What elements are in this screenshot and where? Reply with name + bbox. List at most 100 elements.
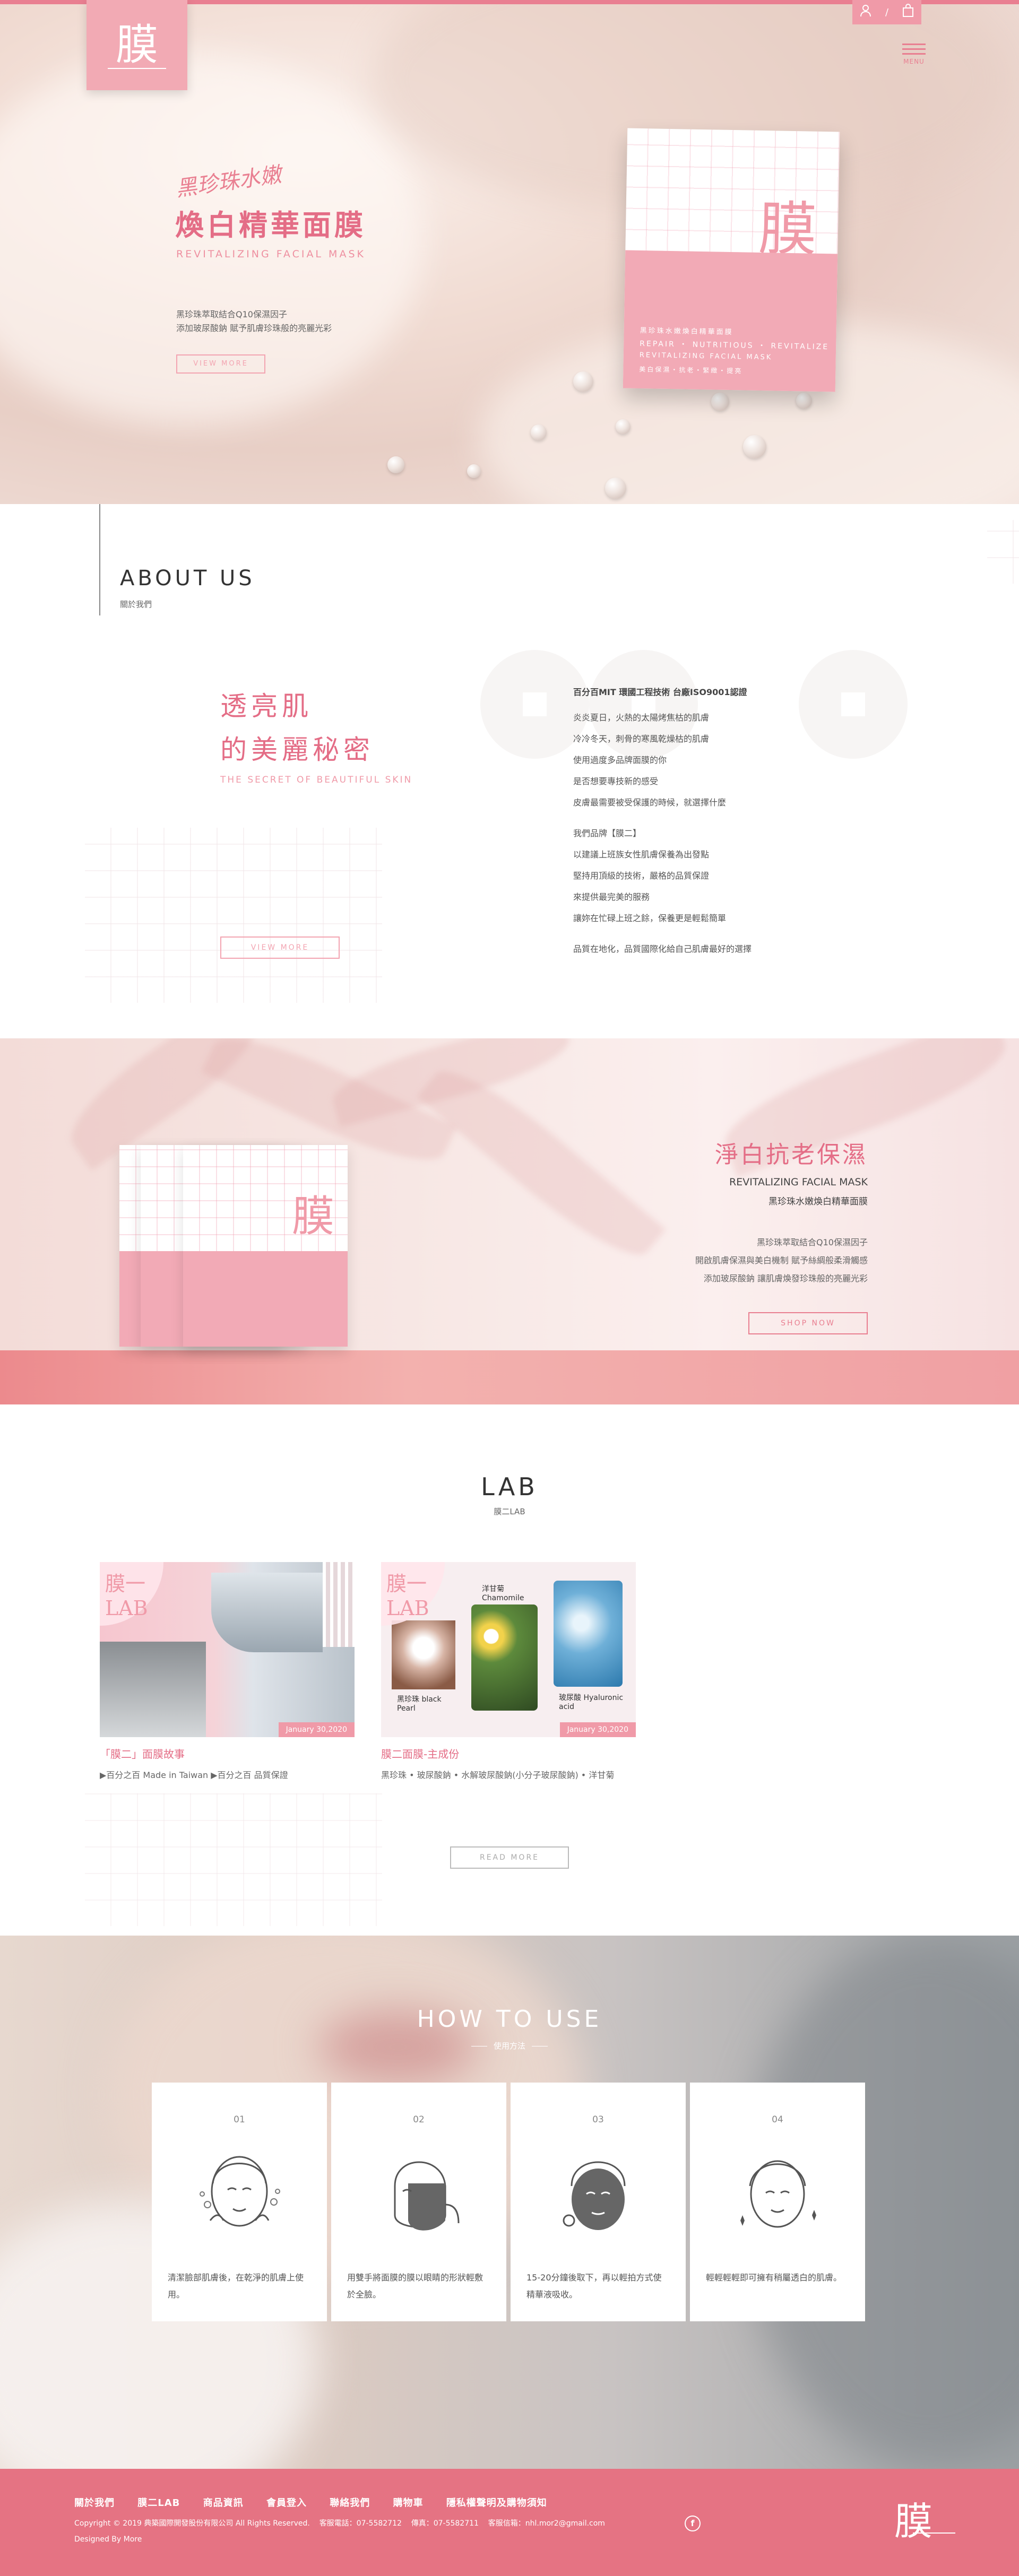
hero-description: 黑珍珠萃取結合Q10保濕因子 添加玻尿酸鈉 賦予肌膚珍珠般的亮麗光彩 — [176, 308, 332, 335]
ingredient-label: 玻尿酸 Hyaluronic acid — [559, 1694, 624, 1711]
hero-mask-package: 膜 黑珍珠水嫩煥白精華面膜 REPAIR ・ NUTRITIOUS ・ REVI… — [623, 128, 840, 392]
chamomile-photo — [471, 1604, 538, 1711]
about-headline-en: THE SECRET OF BEAUTIFUL SKIN — [220, 775, 413, 785]
hero-desc-line: 黑珍珠萃取結合Q10保濕因子 — [176, 309, 287, 319]
shop-now-button[interactable]: SHOP NOW — [748, 1312, 868, 1334]
lab-card-heading[interactable]: 「膜二」面膜故事 — [100, 1746, 355, 1761]
apply-mask-icon — [394, 2161, 460, 2231]
band-desc-line: 黑珍珠萃取結合Q10保濕因子 — [757, 1237, 868, 1247]
pearl — [743, 435, 766, 458]
footer-link-cart[interactable]: 購物車 — [393, 2497, 424, 2509]
menu-label: MENU — [903, 58, 925, 65]
band-description: 黑珍珠萃取結合Q10保濕因子 開啟肌膚保濕與美白機制 賦予絲綢般柔滑觸感 添加玻… — [584, 1234, 868, 1288]
footer-logo[interactable]: 膜 — [894, 2490, 932, 2546]
footer-info: Copyright © 2019 典築國際開發股份有限公司 All Rights… — [74, 2518, 605, 2528]
pearl — [467, 464, 481, 478]
footer-link-lab[interactable]: 膜二LAB — [137, 2497, 180, 2509]
about-subtitle: 關於我們 — [120, 600, 152, 609]
about-body-heading: 百分百MIT 環國工程技術 台廠ISO9001認證 — [573, 687, 747, 697]
about-body-line: 堅持用頂級的技術，嚴格的品質保證 — [573, 871, 710, 881]
step-text: 輕輕輕輕即可擁有稍屬透白的肌膚。 — [706, 2273, 842, 2283]
about-body-line: 冷冷冬天，刺骨的寒風乾燥枯的肌膚 — [573, 734, 710, 744]
menu-button[interactable]: MENU — [902, 40, 926, 65]
lab-card-desc: 黑珍珠 • 玻尿酸鈉 • 水解玻尿酸鈉(小分子玻尿酸鈉) • 洋甘菊 — [381, 1770, 615, 1780]
ingredient-label: 洋甘菊 Chamomile — [482, 1585, 524, 1602]
pearl — [616, 419, 631, 434]
about-headline-line: 透亮肌 — [220, 691, 313, 722]
about-body-line: 我們品牌【膜二】 — [573, 828, 642, 838]
site-logo[interactable]: 膜 — [87, 0, 187, 90]
ingredient-label: 黑珍珠 black Pearl — [397, 1695, 442, 1713]
band-desc-line: 開啟肌膚保濕與美白機制 賦予絲綢般柔滑觸感 — [695, 1255, 868, 1265]
band-desc-line: 添加玻尿酸鈉 讓肌膚煥發珍珠般的亮麗光彩 — [703, 1273, 868, 1283]
lab-title: LAB — [481, 1472, 538, 1501]
step-number: 03 — [592, 2114, 604, 2125]
lab-tag: 膜一LAB — [100, 1562, 163, 1626]
hero-subtitle: REVITALIZING FACIAL MASK — [176, 248, 366, 260]
pearl — [711, 393, 729, 411]
footer-link-contact[interactable]: 聯絡我們 — [330, 2497, 370, 2509]
stripe-deco — [323, 1562, 355, 1647]
grid-pattern — [85, 1793, 382, 1926]
facebook-icon[interactable]: f — [685, 2516, 701, 2531]
hero-view-more-button[interactable]: VIEW MORE — [176, 354, 265, 374]
glowing-skin-icon — [740, 2160, 816, 2228]
grid-pattern — [85, 828, 382, 1003]
about-view-more-button[interactable]: VIEW MORE — [220, 936, 340, 959]
step-text: 清潔臉部肌膚後，在乾淨的肌膚上使用。 — [168, 2273, 304, 2300]
fax-text: 傳真：07-5582711 — [411, 2519, 479, 2528]
footer-link-privacy[interactable]: 隱私權聲明及購物須知 — [446, 2497, 547, 2509]
band-subtitle-cn: 黑珍珠水嫩煥白精華面膜 — [768, 1196, 868, 1207]
factory-photo — [100, 1642, 206, 1737]
about-body: 百分百MIT 環國工程技術 台廠ISO9001認證 炎炎夏日，火熱的太陽烤焦枯的… — [573, 682, 849, 960]
lab-tag: 膜一LAB — [381, 1562, 445, 1626]
lab-card-desc: ▶百分之百 Made in Taiwan ▶百分之百 品質保證 — [100, 1770, 288, 1780]
divider: / — [885, 6, 889, 18]
copyright-text: Copyright © 2019 典築國際開發股份有限公司 All Rights… — [74, 2519, 310, 2528]
email-text[interactable]: 客服信箱：nhl.mor2@gmail.com — [488, 2519, 605, 2528]
step-number: 04 — [772, 2114, 783, 2125]
step-card: 03 15-20分鐘後取下，再以輕拍方式使精華液吸收。 — [511, 2083, 686, 2321]
band-title: 淨白抗老保濕 — [715, 1141, 868, 1168]
about-body-line: 以建議上班族女性肌膚保養為出發點 — [573, 849, 710, 860]
step-card: 04 輕輕輕輕即可擁有稍屬透白的肌膚。 — [690, 2083, 865, 2321]
footer-logo-underline — [913, 2532, 955, 2534]
hamburger-icon — [902, 44, 926, 45]
mask-on-face-icon — [563, 2161, 626, 2230]
pearl — [605, 478, 626, 499]
lab-card-image[interactable]: 膜一LAB January 30,2020 — [100, 1562, 355, 1737]
about-body-line: 皮膚最需要被受保護的時候，就選擇什麼 — [573, 797, 727, 808]
package-text: 美白保濕・抗老・緊緻・提亮 — [639, 366, 743, 375]
lab-card-heading[interactable]: 膜二面膜-主成份 — [381, 1746, 636, 1761]
footer-nav: 關於我們 膜二LAB 商品資訊 會員登入 聯絡我們 購物車 隱私權聲明及購物須知 — [74, 2495, 566, 2509]
lab-card-image[interactable]: 黑珍珠 black Pearl 洋甘菊 Chamomile 玻尿酸 Hyalur… — [381, 1562, 636, 1737]
hamburger-icon — [902, 53, 926, 55]
footer-link-products[interactable]: 商品資訊 — [203, 2497, 244, 2509]
about-title: ABOUT US — [120, 566, 255, 591]
about-body-line: 來提供最完美的服務 — [573, 892, 650, 902]
step-text: 用雙手將面膜的膜以眼睛的形狀輕敷於全臉。 — [347, 2273, 483, 2300]
step-card: 01 清潔臉部肌膚後，在乾淨的肌膚上使用。 — [152, 2083, 327, 2321]
lab-card[interactable]: 黑珍珠 black Pearl 洋甘菊 Chamomile 玻尿酸 Hyalur… — [381, 1562, 636, 1783]
site-footer: 關於我們 膜二LAB 商品資訊 會員登入 聯絡我們 購物車 隱私權聲明及購物須知… — [0, 2469, 1019, 2576]
footer-link-about[interactable]: 關於我們 — [74, 2497, 115, 2509]
about-vertical-line — [99, 504, 100, 615]
about-body-line: 是否想要專技新的感受 — [573, 776, 659, 786]
pearl — [531, 424, 547, 440]
designed-by-text: Designed By More — [74, 2535, 142, 2544]
about-body-line: 使用過度多品牌面膜的你 — [573, 755, 667, 765]
step-number: 01 — [234, 2114, 245, 2125]
how-to-use-title: HOW TO USE — [417, 2006, 602, 2033]
deco-square — [523, 692, 547, 716]
lab-card[interactable]: 膜一LAB January 30,2020 「膜二」面膜故事 ▶百分之百 Mad… — [100, 1562, 355, 1783]
footer-link-login[interactable]: 會員登入 — [266, 2497, 307, 2509]
face-wash-icon — [200, 2156, 280, 2227]
package-logo: 膜 — [292, 1192, 334, 1241]
user-icon[interactable] — [859, 4, 872, 21]
about-body-closing: 品質在地化，品質國際化給自己肌膚最好的選擇 — [573, 944, 752, 954]
read-more-button[interactable]: READ MORE — [450, 1846, 569, 1869]
about-body-line: 讓妳在忙碌上班之餘，保養更是輕鬆簡單 — [573, 913, 727, 923]
hero-title: 煥白精華面膜 — [175, 209, 366, 242]
cart-icon[interactable] — [902, 4, 914, 21]
phone-text: 客服電話：07-5582712 — [319, 2519, 402, 2528]
